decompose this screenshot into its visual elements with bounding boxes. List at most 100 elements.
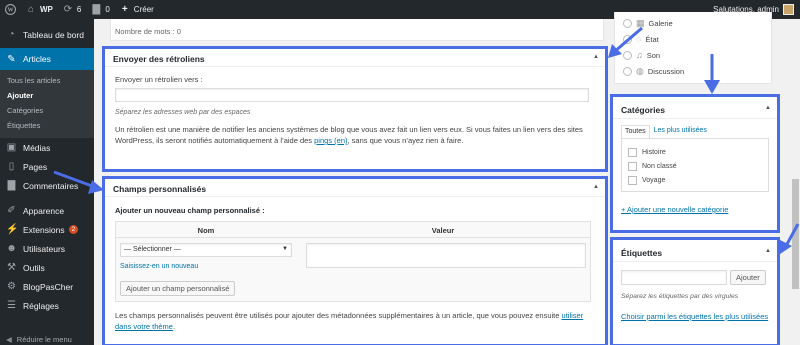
format-label: Galerie bbox=[648, 19, 673, 28]
menu-label: Réglages bbox=[23, 300, 59, 311]
menu-articles[interactable]: ✎ Articles bbox=[0, 48, 94, 70]
annotation-arrow-icon bbox=[704, 54, 720, 94]
site-name-link[interactable]: ⌂ WP bbox=[21, 0, 58, 19]
category-label: Histoire bbox=[642, 148, 666, 156]
wrench-icon: ⚒ bbox=[7, 262, 16, 273]
home-icon: ⌂ bbox=[27, 3, 35, 15]
add-custom-field-button[interactable]: Ajouter un champ personnalisé bbox=[120, 281, 236, 296]
trackbacks-title[interactable]: Envoyer des rétroliens ▲ bbox=[105, 49, 605, 67]
word-count: Nombre de mots : 0 bbox=[115, 27, 181, 36]
custom-fields-desc-end: . bbox=[172, 322, 176, 331]
box-title-text: Envoyer des rétroliens bbox=[113, 54, 205, 64]
custom-fields-title[interactable]: Champs personnalisés ▲ bbox=[105, 179, 605, 197]
format-label: Son bbox=[646, 50, 661, 60]
menu-users[interactable]: ☻ Utilisateurs bbox=[0, 239, 94, 258]
collapse-arrow-icon[interactable]: ▲ bbox=[765, 248, 771, 254]
annotation-arrow-icon bbox=[608, 26, 643, 58]
checkbox[interactable] bbox=[628, 147, 637, 157]
menu-settings[interactable]: ☰ Réglages bbox=[0, 296, 94, 315]
submenu-categories[interactable]: Catégories bbox=[0, 103, 94, 118]
media-icon: ▣ bbox=[6, 142, 17, 153]
checkbox[interactable] bbox=[628, 161, 637, 171]
tab-popular-categories[interactable]: Les plus utilisées bbox=[650, 125, 711, 138]
pushpin-icon: ✎ bbox=[7, 53, 16, 65]
collapse-label: Réduire le menu bbox=[16, 335, 72, 344]
box-title-text: Champs personnalisés bbox=[113, 184, 207, 194]
annotation-arrow-icon bbox=[780, 223, 800, 254]
category-label: Voyage bbox=[642, 176, 666, 184]
collapse-arrow-icon[interactable]: ▲ bbox=[593, 54, 599, 60]
custom-field-header-row: Nom Valeur bbox=[116, 222, 590, 238]
custom-field-value-textarea[interactable] bbox=[306, 243, 586, 268]
submenu-tags[interactable]: Étiquettes bbox=[0, 118, 94, 133]
category-item[interactable]: Histoire bbox=[628, 145, 762, 159]
avatar bbox=[783, 4, 794, 15]
collapse-menu-button[interactable]: ◀ Réduire le menu bbox=[6, 335, 72, 344]
format-label: Discussion bbox=[647, 67, 685, 76]
format-label: État bbox=[645, 34, 659, 44]
new-content-label: Créer bbox=[133, 5, 154, 14]
add-tag-button[interactable]: Ajouter bbox=[730, 270, 766, 285]
menu-appearance[interactable]: ✐ Apparence bbox=[0, 201, 94, 220]
wordpress-logo-button[interactable]: W bbox=[0, 0, 21, 19]
trackback-url-input[interactable] bbox=[115, 88, 589, 102]
comment-bubble-icon: ▇ bbox=[92, 3, 101, 15]
tags-box: Étiquettes ▲ Ajouter Séparez les étiquet… bbox=[610, 237, 780, 345]
box-title-text: Étiquettes bbox=[621, 248, 663, 258]
menu-label: Apparence bbox=[23, 205, 65, 216]
wordpress-icon: W bbox=[5, 4, 16, 15]
new-content-link[interactable]: + Créer bbox=[115, 0, 159, 19]
tags-title[interactable]: Étiquettes ▲ bbox=[613, 240, 777, 262]
format-option-chat[interactable]: ◍ Discussion bbox=[623, 66, 684, 77]
custom-fields-desc-text: Les champs personnalisés peuvent être ut… bbox=[115, 311, 562, 320]
category-item[interactable]: Non classé bbox=[628, 159, 762, 173]
updates-link[interactable]: ⟳ 6 bbox=[58, 0, 86, 19]
submenu-all-articles[interactable]: Tous les articles bbox=[0, 73, 94, 88]
editor-status-bar: Nombre de mots : 0 bbox=[110, 19, 604, 41]
checkbox[interactable] bbox=[628, 175, 637, 185]
updates-icon: ⟳ bbox=[63, 3, 73, 15]
menu-media[interactable]: ▣ Médias bbox=[0, 138, 94, 157]
custom-field-subtitle: Ajouter un nouveau champ personnalisé : bbox=[115, 206, 265, 215]
custom-field-input-row: — Sélectionner — ▼ Saisissez-en un nouve… bbox=[116, 238, 590, 278]
custom-fields-box: Champs personnalisés ▲ Ajouter un nouvea… bbox=[102, 176, 608, 345]
plus-icon: + bbox=[121, 3, 128, 15]
menu-tools[interactable]: ⚒ Outils bbox=[0, 258, 94, 277]
radio-button[interactable] bbox=[623, 67, 632, 76]
page-scrollbar[interactable] bbox=[791, 19, 800, 345]
choose-popular-tags-link[interactable]: Choisir parmi les étiquettes les plus ut… bbox=[621, 312, 769, 322]
dashboard-icon: ◔ bbox=[8, 29, 15, 40]
menu-label: Articles bbox=[23, 54, 51, 64]
custom-fields-description: Les champs personnalisés peuvent être ut… bbox=[115, 310, 595, 332]
custom-field-key-select[interactable]: — Sélectionner — ▼ bbox=[120, 243, 292, 257]
collapse-arrow-icon[interactable]: ▲ bbox=[765, 105, 771, 111]
comments-link[interactable]: ▇ 0 bbox=[86, 0, 114, 19]
pings-link[interactable]: pings (en) bbox=[314, 136, 347, 145]
column-header-name: Nom bbox=[197, 226, 215, 235]
menu-label: Utilisateurs bbox=[23, 243, 66, 254]
collapse-arrow-icon[interactable]: ▲ bbox=[593, 184, 599, 190]
tab-all-categories[interactable]: Toutes bbox=[621, 125, 650, 138]
comment-bubble-icon: ▇ bbox=[7, 180, 16, 191]
settings-sliders-icon: ☰ bbox=[7, 300, 16, 311]
categories-title[interactable]: Catégories ▲ bbox=[613, 97, 777, 119]
enter-new-key-link[interactable]: Saisissez-en un nouveau bbox=[120, 263, 300, 270]
comments-count: 0 bbox=[105, 5, 110, 14]
menu-label: Médias bbox=[23, 142, 51, 153]
site-name: WP bbox=[40, 5, 53, 14]
users-icon: ☻ bbox=[6, 243, 17, 254]
category-item[interactable]: Voyage bbox=[628, 173, 762, 187]
select-value: — Sélectionner — bbox=[124, 246, 181, 253]
column-header-value: Valeur bbox=[431, 226, 455, 235]
submenu-add-new[interactable]: Ajouter bbox=[0, 88, 94, 103]
paintbrush-icon: ✐ bbox=[7, 205, 16, 216]
menu-dashboard[interactable]: ◔ Tableau de bord bbox=[0, 25, 94, 44]
add-new-category-link[interactable]: + Ajouter une nouvelle catégorie bbox=[621, 205, 769, 214]
menu-blogpascher[interactable]: ⚙ BlogPasCher bbox=[0, 277, 94, 296]
chevron-down-icon: ▼ bbox=[282, 246, 288, 252]
articles-submenu: Tous les articles Ajouter Catégories Éti… bbox=[0, 70, 94, 138]
trackback-description: Un rétrolien est une manière de notifier… bbox=[115, 124, 595, 146]
menu-extensions[interactable]: ⚡ Extensions 2 bbox=[0, 220, 94, 239]
menu-label: Outils bbox=[23, 262, 45, 273]
tag-input[interactable] bbox=[621, 270, 727, 285]
